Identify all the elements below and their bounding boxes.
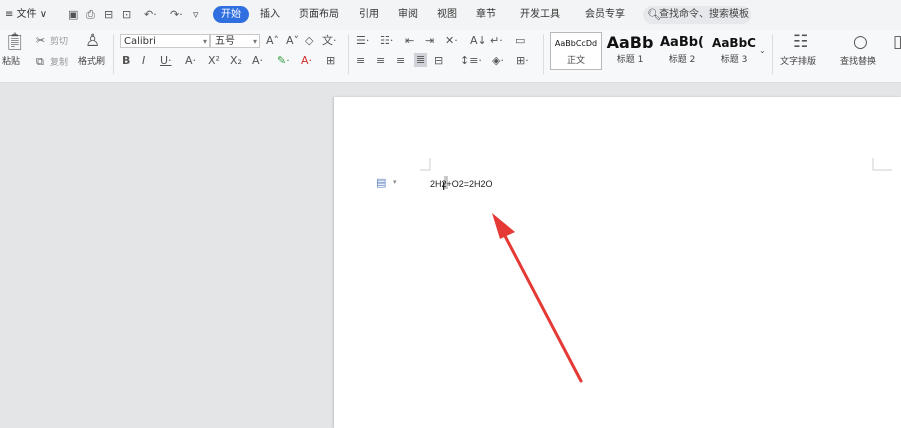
annotation-arrow-icon [492,213,583,383]
